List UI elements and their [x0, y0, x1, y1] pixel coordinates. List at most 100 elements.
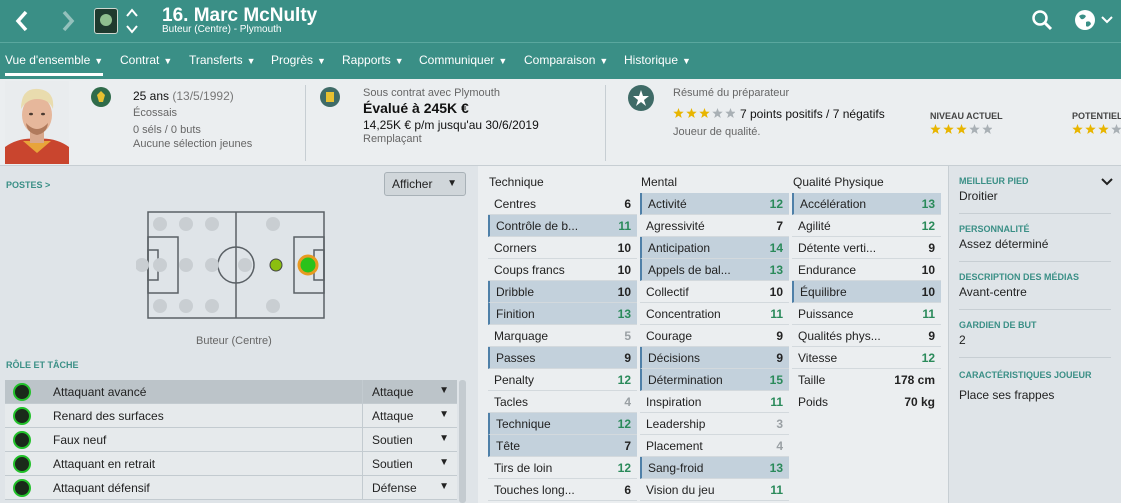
summary-strip: 25 ans (13/5/1992) Écossais 0 séls / 0 b… — [0, 79, 1121, 166]
role-row[interactable]: Attaquant avancé Attaque ▼ — [5, 380, 457, 404]
positions-caption[interactable]: POSTES > — [6, 180, 50, 190]
attribute-value: 12 — [769, 197, 783, 211]
role-row[interactable]: Attaquant en retrait Soutien ▼ — [5, 452, 457, 476]
attribute-row[interactable]: Courage 9 — [640, 325, 789, 347]
attribute-value: 3 — [776, 417, 783, 431]
attribute-row[interactable]: Sang-froid 13 — [640, 457, 789, 479]
duty-dropdown[interactable]: Défense ▼ — [362, 476, 457, 500]
attribute-row[interactable]: Finition 13 — [488, 303, 637, 325]
tab-progress[interactable]: Progrès ▼ — [271, 53, 326, 67]
attribute-row[interactable]: Anticipation 14 — [640, 237, 789, 259]
tab-comparison[interactable]: Comparaison ▼ — [524, 53, 608, 67]
chevron-down-icon: ▼ — [439, 481, 449, 492]
attribute-row[interactable]: Agressivité 7 — [640, 215, 789, 237]
chevron-down-icon: ▼ — [163, 56, 173, 66]
attribute-row[interactable]: Équilibre 10 — [792, 281, 941, 303]
coach-rating-stars-icon — [673, 108, 735, 118]
tab-overview[interactable]: Vue d'ensemble ▼ — [5, 53, 104, 76]
tab-communicate[interactable]: Communiquer ▼ — [419, 53, 507, 67]
attribute-row[interactable]: Inspiration 11 — [640, 391, 789, 413]
globe-icon[interactable] — [1073, 8, 1115, 32]
roles-scrollbar[interactable] — [459, 380, 466, 503]
attribute-row[interactable]: Concentration 11 — [640, 303, 789, 325]
attribute-name: Inspiration — [646, 395, 702, 409]
star-icon — [943, 124, 954, 134]
chevron-down-icon: ▼ — [317, 56, 326, 66]
role-rating-icon — [13, 383, 31, 401]
attribute-row[interactable]: Tirs de loin 12 — [488, 457, 637, 479]
attribute-value: 15 — [769, 373, 783, 387]
role-row[interactable]: Faux neuf Soutien ▼ — [5, 428, 457, 452]
attribute-row[interactable]: Penalty 12 — [488, 369, 637, 391]
search-icon[interactable] — [1031, 9, 1053, 31]
coach-note: Joueur de qualité. — [673, 126, 761, 138]
attribute-row[interactable]: Appels de bal... 13 — [640, 259, 789, 281]
attribute-value: 12 — [921, 351, 935, 365]
club-badge-icon[interactable] — [94, 8, 118, 34]
attribute-row[interactable]: Vision du jeu 11 — [640, 479, 789, 501]
attribute-row[interactable]: Accélération 13 — [792, 193, 941, 215]
attribute-row[interactable]: Activité 12 — [640, 193, 789, 215]
tab-contract[interactable]: Contrat ▼ — [120, 53, 172, 67]
attribute-row[interactable]: Corners 10 — [488, 237, 637, 259]
chevron-down-icon[interactable] — [1101, 177, 1113, 187]
chevron-down-icon: ▼ — [246, 56, 256, 66]
role-row[interactable]: Attaquant défensif Défense ▼ — [5, 476, 457, 500]
contract-title: Sous contrat avec Plymouth — [363, 87, 500, 99]
role-rating-icon — [13, 431, 31, 449]
international-caps: 0 séls / 0 buts — [133, 124, 201, 136]
tab-reports[interactable]: Rapports ▼ — [342, 53, 404, 67]
attribute-row[interactable]: Leadership 3 — [640, 413, 789, 435]
attribute-value: 13 — [617, 307, 631, 321]
attribute-name: Passes — [496, 351, 536, 365]
attribute-row[interactable]: Passes 9 — [488, 347, 637, 369]
attribute-row[interactable]: Détermination 15 — [640, 369, 789, 391]
attribute-row[interactable]: Collectif 10 — [640, 281, 789, 303]
star-icon — [686, 108, 697, 118]
attribute-name: Anticipation — [648, 241, 711, 255]
attribute-row[interactable]: Contrôle de b... 11 — [488, 215, 637, 237]
show-dropdown[interactable]: Afficher ▼ — [384, 172, 466, 196]
attribute-value: 12 — [617, 373, 631, 387]
potential-stars-icon — [1072, 124, 1121, 134]
duty-dropdown[interactable]: Attaque ▼ — [362, 380, 457, 404]
star-icon — [982, 124, 992, 134]
attribute-row[interactable]: Tête 7 — [488, 435, 637, 457]
squad-status: Remplaçant — [363, 133, 422, 145]
up-down-arrows-icon[interactable] — [125, 6, 139, 36]
attribute-row[interactable]: Vitesse 12 — [792, 347, 941, 369]
attribute-row[interactable]: Détente verti... 9 — [792, 237, 941, 259]
duty-dropdown[interactable]: Attaque ▼ — [362, 404, 457, 428]
tab-history[interactable]: Historique ▼ — [624, 53, 691, 67]
attribute-value: 13 — [769, 263, 783, 277]
attribute-row[interactable]: Marquage 5 — [488, 325, 637, 347]
attribute-row[interactable]: Puissance 11 — [792, 303, 941, 325]
duty-dropdown[interactable]: Soutien ▼ — [362, 428, 457, 452]
back-button[interactable] — [10, 8, 34, 34]
attribute-row[interactable]: Coups francs 10 — [488, 259, 637, 281]
duty-dropdown[interactable]: Soutien ▼ — [362, 452, 457, 476]
attribute-row[interactable]: Dribble 10 — [488, 281, 637, 303]
attribute-row[interactable]: Technique 12 — [488, 413, 637, 435]
attribute-row[interactable]: Tacles 4 — [488, 391, 637, 413]
attribute-row[interactable]: Décisions 9 — [640, 347, 789, 369]
role-name: Faux neuf — [53, 433, 107, 447]
duty-label: Attaque — [372, 409, 414, 423]
attribute-name: Centres — [494, 197, 537, 211]
wage-info[interactable]: 14,25K € p/m jusqu'au 30/6/2019 — [363, 118, 539, 132]
role-row[interactable]: Renard des surfaces Attaque ▼ — [5, 404, 457, 428]
tab-label: Comparaison — [524, 53, 596, 67]
nationality-flag-icon — [91, 87, 111, 107]
player-age: 25 ans (13/5/1992) — [133, 89, 234, 103]
tab-transfers[interactable]: Transferts ▼ — [189, 53, 256, 67]
attribute-row[interactable]: Placement 4 — [640, 435, 789, 457]
attribute-row[interactable]: Endurance 10 — [792, 259, 941, 281]
attribute-row[interactable]: Centres 6 — [488, 193, 637, 215]
star-icon — [699, 108, 710, 118]
attribute-row[interactable]: Touches long... 6 — [488, 479, 637, 501]
forward-button[interactable] — [56, 8, 80, 34]
attribute-row[interactable]: Agilité 12 — [792, 215, 941, 237]
role-rating-icon — [13, 407, 31, 425]
attribute-row[interactable]: Qualités phys... 9 — [792, 325, 941, 347]
attribute-name: Finition — [496, 307, 535, 321]
